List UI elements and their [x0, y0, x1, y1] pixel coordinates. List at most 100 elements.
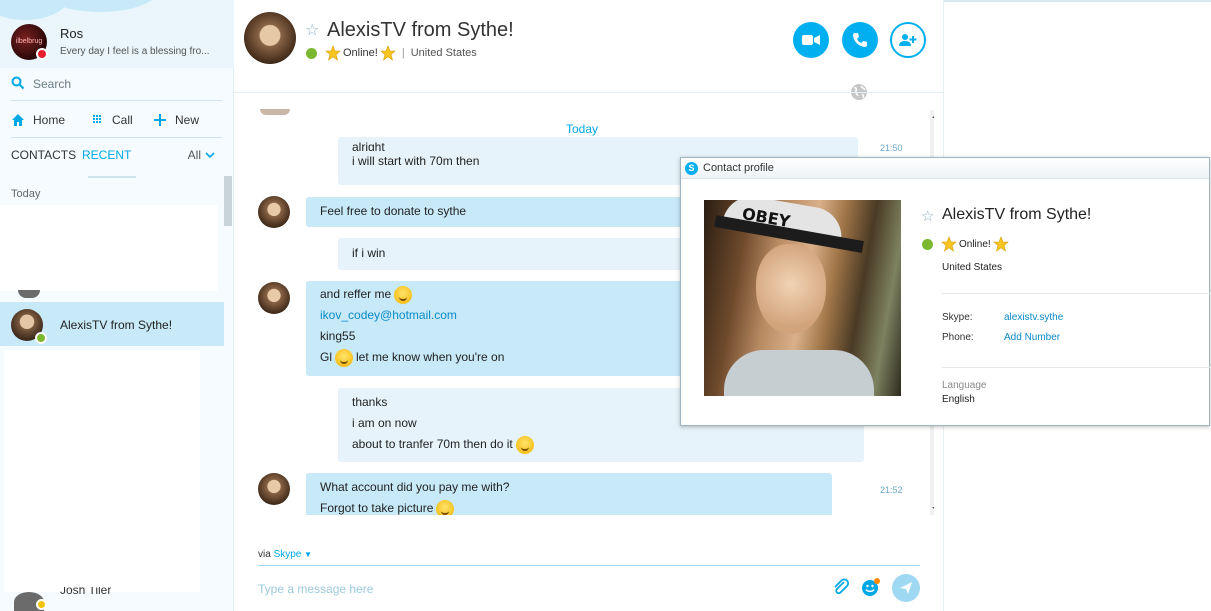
tab-underline [88, 176, 136, 178]
busy-status-icon [36, 48, 48, 60]
profile-mood: Online! [959, 238, 991, 250]
contact-item-alexistv[interactable]: AlexisTV from Sythe! [0, 302, 224, 346]
conversation-title[interactable]: AlexisTV from Sythe! [327, 19, 514, 42]
phone-label: Phone: [942, 332, 974, 343]
self-name[interactable]: Ros [60, 26, 83, 41]
home-label: Home [33, 113, 66, 127]
profile-status: Online! [922, 236, 1009, 252]
skype-logo-icon: S [685, 162, 698, 175]
profile-photo: OBEY [704, 200, 901, 396]
new-label: New [175, 113, 200, 127]
send-button[interactable] [892, 574, 920, 602]
star-emoticon-icon [380, 45, 396, 61]
message-text: about to tranfer 70m then do it [352, 437, 513, 451]
plus-icon [154, 114, 166, 126]
via-selector[interactable]: via Skype ▼ [258, 549, 312, 560]
star-emoticon-icon [325, 45, 341, 61]
message-avatar [260, 109, 290, 115]
message-text: king55 [320, 329, 356, 343]
away-status-icon [36, 599, 47, 610]
message-avatar [258, 196, 290, 228]
star-emoticon-icon [941, 236, 957, 252]
message-text: Gl [320, 350, 332, 364]
contact-name: AlexisTV from Sythe! [60, 318, 173, 332]
message-text: and reffer me [320, 287, 392, 301]
filter-dropdown[interactable]: All [188, 148, 215, 162]
window-title: Contact profile [703, 162, 774, 174]
search-placeholder: Search [33, 77, 72, 91]
dialpad-icon [93, 115, 101, 123]
filter-label: All [187, 148, 201, 162]
chevron-down-icon: ▼ [304, 550, 313, 559]
date-separator: Today [566, 122, 599, 136]
star-emoticon-icon [992, 236, 1009, 252]
tab-contacts[interactable]: CONTACTS [11, 148, 76, 162]
smile-emoticon-icon [436, 499, 455, 515]
tab-recent[interactable]: RECENT [82, 148, 131, 162]
via-label: via [258, 549, 271, 560]
search-box[interactable]: Search [11, 76, 221, 94]
message-text: Forgot to take picture [320, 501, 434, 515]
home-button[interactable]: Home [11, 110, 65, 130]
emoticon-picker-icon[interactable] [861, 577, 881, 597]
online-status-icon [35, 332, 47, 344]
call-button[interactable]: Call [90, 110, 133, 130]
scroll-down-arrow-icon[interactable] [932, 507, 934, 511]
language-value: English [942, 394, 975, 405]
contact-tabs: CONTACTS RECENT All [11, 148, 223, 178]
message-avatar [258, 473, 290, 505]
separator: | [401, 47, 405, 59]
favorite-star-icon[interactable]: ☆ [921, 207, 934, 225]
add-number-link[interactable]: Add Number [1004, 332, 1060, 343]
search-icon [11, 76, 25, 90]
message-avatar [258, 282, 290, 314]
chevron-down-icon [205, 152, 215, 159]
email-link[interactable]: ikov_codey@hotmail.com [320, 305, 457, 326]
redacted-block [0, 205, 218, 291]
language-label: Language [942, 380, 987, 391]
contact-status-line: Online! | United States [306, 45, 477, 61]
message-input[interactable]: Type a message here [258, 582, 373, 596]
contact-avatar[interactable] [244, 12, 296, 64]
divider [942, 367, 1210, 368]
video-call-button[interactable] [793, 22, 829, 58]
message-bubble[interactable]: and reffer me ikov_codey@hotmail.com kin… [306, 281, 726, 376]
contact-name[interactable]: Josh Tiler [60, 587, 111, 597]
message-bubble[interactable]: What account did you pay me with? Forgot… [306, 473, 832, 515]
audio-call-button[interactable] [842, 22, 878, 58]
message-bubble[interactable]: Feel free to donate to sythe [306, 197, 726, 227]
skype-name-link[interactable]: alexistv.sythe [1004, 312, 1063, 323]
online-status-icon [922, 238, 933, 250]
video-camera-icon [802, 35, 820, 45]
compose-divider [258, 565, 920, 566]
add-participant-button[interactable] [890, 22, 926, 58]
contact-location: United States [410, 47, 477, 59]
sidebar-scrollbar[interactable] [224, 176, 232, 226]
profile-location: United States [942, 262, 1003, 273]
photo-face-shape [756, 244, 826, 334]
favorite-star-icon[interactable]: ☆ [305, 20, 319, 40]
self-mood-message[interactable]: Every day I feel is a blessing fro... [60, 46, 220, 57]
message-text: Feel free to donate to sythe [320, 204, 467, 218]
add-person-icon [899, 34, 917, 46]
phone-icon [853, 33, 867, 47]
paperclip-icon[interactable] [831, 577, 851, 597]
via-service: Skype [273, 549, 302, 560]
divider [942, 293, 1210, 294]
new-button[interactable]: New [153, 110, 199, 130]
smile-emoticon-icon [515, 435, 534, 454]
message-text: let me know when you're on [356, 350, 505, 364]
photo-shirt-shape [724, 350, 874, 396]
scroll-up-arrow-icon[interactable] [932, 114, 934, 118]
divider [11, 137, 222, 138]
message-time: 21:50 [880, 143, 903, 153]
smile-emoticon-icon [394, 285, 413, 304]
sidebar: ilbelbrug Ros Every day I feel is a bles… [0, 0, 234, 611]
home-icon [12, 114, 24, 126]
section-today: Today [11, 188, 41, 200]
call-label: Call [112, 113, 133, 127]
message-text: alright [352, 140, 385, 151]
profile-titlebar[interactable]: S Contact profile [681, 158, 1209, 179]
sidebar-header: ilbelbrug Ros Every day I feel is a bles… [0, 0, 234, 68]
message-text: What account did you pay me with? [320, 480, 510, 494]
